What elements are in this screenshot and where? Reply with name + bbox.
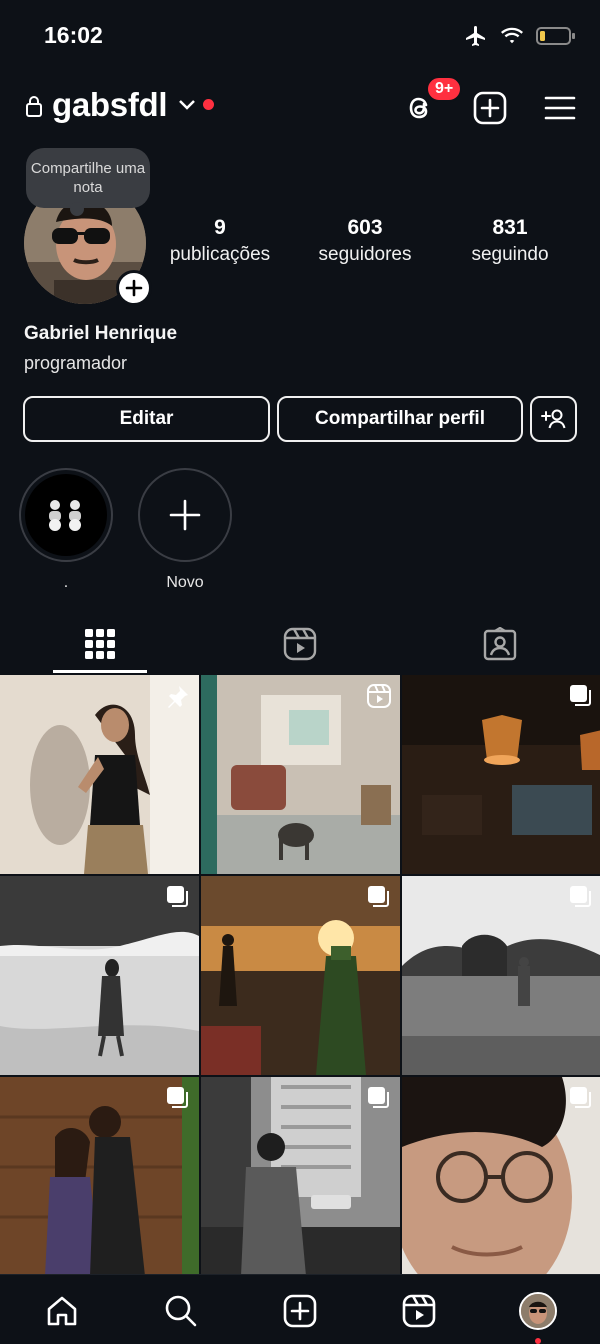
note-bubble[interactable]: Compartilhe uma nota xyxy=(26,148,150,216)
carousel-icon xyxy=(570,886,591,907)
reel-icon xyxy=(367,684,391,708)
battery-icon xyxy=(536,27,575,45)
post-thumbnail[interactable] xyxy=(0,1077,199,1276)
nav-create[interactable] xyxy=(280,1291,320,1331)
carousel-icon xyxy=(167,1087,188,1108)
bottom-nav xyxy=(0,1274,600,1344)
story-highlight[interactable]: . xyxy=(19,468,113,592)
post-thumbnail[interactable] xyxy=(0,675,199,874)
new-highlight-label: Novo xyxy=(166,574,204,591)
stat-posts-value: 9 xyxy=(214,216,226,239)
nav-reels[interactable] xyxy=(399,1291,439,1331)
post-thumbnail[interactable] xyxy=(402,675,600,874)
stat-followers[interactable]: 603 seguidores xyxy=(305,216,425,266)
posts-grid xyxy=(0,675,600,1276)
reels-icon xyxy=(402,1294,436,1328)
post-thumbnail[interactable] xyxy=(201,876,400,1075)
post-thumbnail[interactable] xyxy=(201,675,400,874)
profile-header: gabsfdl 9+ xyxy=(0,76,600,136)
stat-following-label: seguindo xyxy=(471,244,549,265)
add-story-button[interactable] xyxy=(116,270,152,306)
menu-button[interactable] xyxy=(540,88,580,128)
notifications-badge: 9+ xyxy=(426,76,463,102)
status-bar: 16:02 xyxy=(0,0,600,70)
plus-square-icon xyxy=(473,91,507,125)
carousel-icon xyxy=(368,1087,389,1108)
post-thumbnail[interactable] xyxy=(402,876,600,1075)
add-user-icon xyxy=(540,409,565,429)
plus-icon xyxy=(125,279,143,297)
post-thumbnail[interactable] xyxy=(201,1077,400,1276)
active-tab-indicator xyxy=(53,670,147,673)
highlight-ring xyxy=(19,468,113,562)
profile-screen: 16:02 gabsfdl 9+ Compartilhe uma nota 9 … xyxy=(0,0,600,1344)
stat-posts[interactable]: 9 publicações xyxy=(160,216,280,266)
status-icons xyxy=(464,24,576,48)
pin-icon xyxy=(168,686,188,708)
bio: programador xyxy=(24,353,128,373)
nav-search[interactable] xyxy=(161,1291,201,1331)
username-switcher[interactable]: gabsfdl xyxy=(52,86,168,124)
chevron-down-icon[interactable] xyxy=(178,98,196,112)
profile-notification-dot xyxy=(535,1338,541,1344)
stat-posts-label: publicações xyxy=(169,244,271,265)
tab-posts-grid[interactable] xyxy=(80,624,120,664)
nav-home[interactable] xyxy=(42,1291,82,1331)
tab-tagged[interactable] xyxy=(480,624,520,664)
profile-avatar-small xyxy=(519,1292,557,1330)
search-icon xyxy=(165,1295,197,1327)
plus-icon xyxy=(169,499,201,531)
tagged-user-icon xyxy=(483,627,517,661)
carousel-icon xyxy=(368,886,389,907)
wifi-icon xyxy=(501,27,523,44)
account-alert-dot xyxy=(203,99,214,110)
plus-square-icon xyxy=(283,1294,317,1328)
lock-icon xyxy=(26,96,42,117)
carousel-icon xyxy=(570,685,591,706)
highlight-label: . xyxy=(63,574,69,591)
grid-icon xyxy=(85,629,115,659)
status-time: 16:02 xyxy=(44,22,103,48)
reels-icon xyxy=(283,627,317,661)
home-icon xyxy=(47,1296,77,1326)
hamburger-menu-icon xyxy=(544,96,576,120)
new-highlight-button[interactable]: Novo xyxy=(138,468,232,592)
airplane-icon xyxy=(466,26,485,46)
stat-following[interactable]: 831 seguindo xyxy=(450,216,570,266)
carousel-icon xyxy=(167,886,188,907)
share-profile-button[interactable]: Compartilhar perfil xyxy=(277,396,523,442)
edit-profile-button[interactable]: Editar xyxy=(23,396,270,442)
full-name: Gabriel Henrique xyxy=(24,323,178,344)
post-thumbnail[interactable] xyxy=(402,1077,600,1276)
nav-profile[interactable] xyxy=(518,1291,558,1331)
stat-followers-label: seguidores xyxy=(318,244,412,265)
carousel-icon xyxy=(570,1087,591,1108)
stat-followers-value: 603 xyxy=(347,216,383,239)
new-highlight-ring xyxy=(138,468,232,562)
discover-people-button[interactable] xyxy=(530,396,577,442)
stat-following-value: 831 xyxy=(492,216,528,239)
create-post-button[interactable] xyxy=(470,88,510,128)
tab-reels[interactable] xyxy=(280,624,320,664)
highlight-cover xyxy=(25,474,107,556)
post-thumbnail[interactable] xyxy=(0,876,199,1075)
profile-tabs xyxy=(0,614,600,674)
